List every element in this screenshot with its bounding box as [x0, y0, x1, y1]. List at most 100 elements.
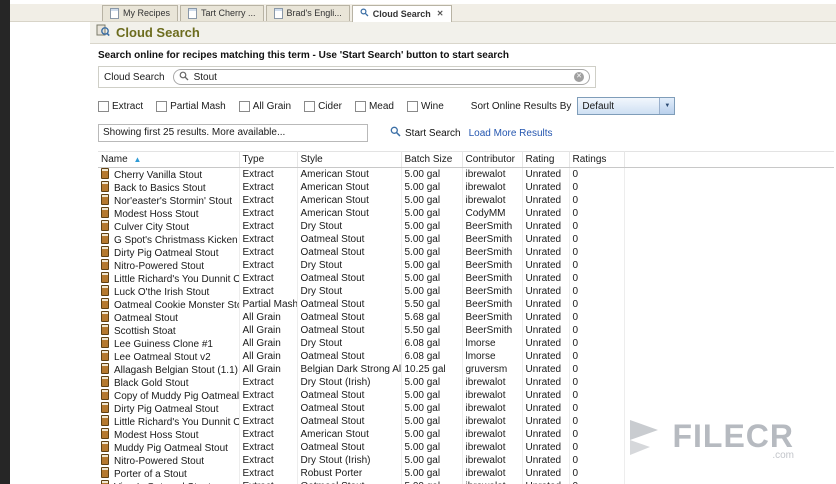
column-header-contributor[interactable]: Contributor: [462, 151, 523, 168]
cell: 5.00 gal: [401, 207, 463, 220]
cell: 0: [569, 389, 625, 402]
checkbox-all-grain[interactable]: All Grain: [238, 100, 291, 112]
start-search-button[interactable]: Start Search: [390, 126, 461, 140]
cell-filler: [624, 389, 834, 402]
cell: 5.00 gal: [401, 285, 463, 298]
cell: 5.00 gal: [401, 389, 463, 402]
tab-label: My Recipes: [123, 8, 171, 18]
checkbox-extract[interactable]: Extract: [98, 100, 143, 112]
cell-name: Dirty Pig Oatmeal Stout: [98, 246, 240, 259]
column-header-style[interactable]: Style: [297, 151, 402, 168]
table-row[interactable]: Dirty Pig Oatmeal Stout Extract Oatmeal St…: [98, 246, 834, 259]
cell: 0: [569, 415, 625, 428]
column-header-batch-size[interactable]: Batch Size: [401, 151, 463, 168]
cell: 5.00 gal: [401, 402, 463, 415]
clear-search-icon[interactable]: ✕: [574, 72, 584, 82]
table-row[interactable]: Cherry Vanilla Stout Extract American Stou…: [98, 167, 834, 181]
cell: ibrewalot: [462, 454, 523, 467]
cell: 5.00 gal: [401, 441, 463, 454]
table-row[interactable]: Little Richard's You Dunnit Oat...Extrac…: [98, 272, 834, 285]
table-row[interactable]: Oatmeal Stout All Grain Oatmeal Stout 5.68 …: [98, 311, 834, 324]
load-more-link[interactable]: Load More Results: [469, 128, 553, 139]
tab-tart-cherry[interactable]: Tart Cherry ...: [180, 5, 264, 21]
sort-dropdown[interactable]: Default ▼: [577, 97, 676, 115]
table-row[interactable]: Dirty Pig Oatmeal Stout Extract Oatmeal St…: [98, 402, 834, 415]
cell-name: Copy of Muddy Pig Oatmeal St...: [98, 389, 240, 402]
cell: Unrated: [522, 298, 570, 311]
table-row[interactable]: Lee Oatmeal Stout v2 All Grain Oatmeal Sto…: [98, 350, 834, 363]
cell: 5.00 gal: [401, 194, 463, 207]
cell-name: Luck O'the Irish Stout: [98, 285, 240, 298]
cell: Oatmeal Stout: [297, 272, 402, 285]
checkbox-cider[interactable]: Cider: [304, 100, 342, 112]
table-row[interactable]: Allagash Belgian Stout (1.1) All Grain Bel…: [98, 363, 834, 376]
column-header-name[interactable]: Name ▲: [98, 151, 240, 168]
table-row[interactable]: Culver City Stout Extract Dry Stout 5.00 ga…: [98, 220, 834, 233]
column-header-rating[interactable]: Rating: [522, 151, 570, 168]
cell-filler: [624, 337, 834, 350]
cell: Partial Mash: [239, 298, 298, 311]
cell: 0: [569, 181, 625, 194]
table-row[interactable]: Lee Guiness Clone #1 All Grain Dry Stout 6.…: [98, 337, 834, 350]
table-row[interactable]: Nor'easter's Stormin' Stout Extract Americ…: [98, 194, 834, 207]
table-row[interactable]: Black Gold Stout Extract Dry Stout (Irish)…: [98, 376, 834, 389]
table-row[interactable]: Scottish Stoat All Grain Oatmeal Stout 5.50…: [98, 324, 834, 337]
table-row[interactable]: Luck O'the Irish Stout Extract Dry Stout 5.…: [98, 285, 834, 298]
checkbox-wine[interactable]: Wine: [406, 100, 444, 112]
cell: Extract: [239, 285, 298, 298]
recipe-mug-icon: [101, 207, 109, 218]
column-header-type[interactable]: Type: [239, 151, 298, 168]
cell: All Grain: [239, 337, 298, 350]
close-tab-icon[interactable]: ✕: [437, 9, 444, 18]
table-row[interactable]: Back to Basics Stout Extract American Stou…: [98, 181, 834, 194]
table-row[interactable]: Porter of a Stout Extract Robust Porter 5.0…: [98, 467, 834, 480]
tab-my-recipes[interactable]: My Recipes: [102, 5, 179, 21]
sort-dropdown-value: Default: [582, 100, 615, 112]
recipe-mug-icon: [101, 363, 109, 374]
cell: American Stout: [297, 167, 402, 181]
recipe-mug-icon: [101, 467, 109, 478]
search-input[interactable]: Stout ✕: [172, 68, 590, 86]
cell: 0: [569, 194, 625, 207]
cell-name: Dirty Pig Oatmeal Stout: [98, 402, 240, 415]
cell: Oatmeal Stout: [297, 233, 402, 246]
table-row[interactable]: Viper's Oatmeal StoutExtractOatmeal Stou…: [98, 480, 834, 484]
table-row[interactable]: Nitro-Powered Stout Extract Dry Stout 5.00 …: [98, 259, 834, 272]
cell: Oatmeal Stout: [297, 246, 402, 259]
column-header-ratings[interactable]: Ratings: [569, 151, 625, 168]
cell: Unrated: [522, 350, 570, 363]
beersmith-cloud-search-window: My Recipes Tart Cherry ... Brad's Engli.…: [0, 0, 836, 484]
cell: 5.50 gal: [401, 298, 463, 311]
cell: 0: [569, 324, 625, 337]
cell: Unrated: [522, 181, 570, 194]
tab-brads-english[interactable]: Brad's Engli...: [265, 5, 350, 21]
cell: 0: [569, 363, 625, 376]
sort-ascending-icon: ▲: [133, 155, 142, 164]
checkbox-icon: [238, 100, 250, 112]
cell: Oatmeal Stout: [297, 324, 402, 337]
cell: 5.00 gal: [401, 220, 463, 233]
cell: Extract: [239, 220, 298, 233]
cell: Extract: [239, 467, 298, 480]
table-row[interactable]: G Spot's Christmass Kicken StoutExtractO…: [98, 233, 834, 246]
cell-name: G Spot's Christmass Kicken Stout: [98, 233, 240, 246]
cell: 10.25 gal: [401, 363, 463, 376]
cell: ibrewalot: [462, 389, 523, 402]
tab-cloud-search[interactable]: Cloud Search ✕: [351, 5, 452, 22]
table-row[interactable]: Oatmeal Cookie Monster Stout Partial Mash…: [98, 298, 834, 311]
cell: Unrated: [522, 428, 570, 441]
table-row[interactable]: Modest Hoss Stout Extract American Stout 5.…: [98, 207, 834, 220]
column-header-filler: [624, 151, 834, 168]
checkbox-mead[interactable]: Mead: [354, 100, 394, 112]
cell: Extract: [239, 441, 298, 454]
search-icon: [179, 68, 189, 86]
checkbox-icon: [354, 100, 366, 112]
cell: 0: [569, 467, 625, 480]
table-row[interactable]: Copy of Muddy Pig Oatmeal St...ExtractOa…: [98, 389, 834, 402]
recipe-mug-icon: [101, 311, 109, 322]
cell: Extract: [239, 259, 298, 272]
checkbox-partial-mash[interactable]: Partial Mash: [156, 100, 226, 112]
cell: CodyMM: [462, 207, 523, 220]
cell: Unrated: [522, 480, 570, 484]
cell: Unrated: [522, 415, 570, 428]
